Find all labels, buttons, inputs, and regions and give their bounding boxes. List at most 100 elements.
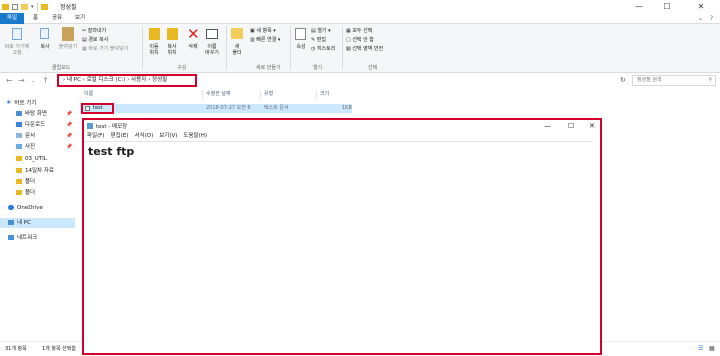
menu-file[interactable]: 파일(F)	[87, 132, 105, 141]
sidebar-item-folder[interactable]: 폴더	[0, 188, 75, 198]
pin-icon[interactable]: 📌	[66, 142, 72, 152]
cut-button[interactable]: ✂ 잘라내기	[82, 28, 106, 34]
sidebar-item-network[interactable]: 네트워크	[0, 233, 75, 243]
pin-quick-line2: 고정	[12, 50, 22, 56]
file-name-cell[interactable]: test	[81, 103, 114, 114]
sidebar-item-this-pc[interactable]: 내 PC	[0, 218, 75, 228]
pin-icon[interactable]: 📌	[66, 120, 72, 130]
sidebar-item-quick-access[interactable]: ★ 바로 가기	[0, 98, 75, 108]
column-header-modified[interactable]: 수정한 날짜	[206, 90, 231, 99]
sidebar-item-03-util[interactable]: 03_UTIL	[0, 154, 75, 164]
easy-access-button[interactable]: ▥ 빠른 연결 ▾	[250, 37, 280, 43]
notepad-minimize-button[interactable]: —	[544, 120, 551, 132]
new-item-button[interactable]: ▣ 새 항목 ▾	[250, 28, 276, 34]
open-button[interactable]: ▤ 열기 ▾	[311, 28, 331, 34]
properties-button[interactable]: 속성	[291, 44, 311, 50]
sidebar-item-label: 네트워크	[17, 235, 38, 241]
new-folder-button[interactable]: 새 폴더	[227, 44, 247, 56]
divider	[202, 90, 203, 99]
notepad-scrollbar[interactable]	[593, 141, 600, 353]
tab-home[interactable]: 홈	[27, 13, 44, 24]
menu-view[interactable]: 보기(V)	[159, 132, 177, 141]
breadcrumb-segment[interactable]: 사용자	[131, 77, 146, 83]
breadcrumb-segment[interactable]: 정성필	[152, 77, 167, 83]
notepad-close-button[interactable]: ✕	[589, 120, 595, 132]
sidebar-item-documents[interactable]: 문서 📌	[0, 131, 75, 141]
divider	[316, 90, 317, 99]
copy-path-button[interactable]: ▤ 경로 복사	[82, 37, 108, 43]
new-item-label: 새 항목	[256, 28, 272, 34]
column-header-name[interactable]: 이름	[84, 90, 93, 99]
column-header-size[interactable]: 크기	[320, 90, 329, 99]
notepad-maximize-button[interactable]: ☐	[568, 120, 574, 132]
maximize-button[interactable]: ☐	[656, 0, 678, 13]
forward-arrow-icon[interactable]: →	[18, 76, 25, 85]
invert-selection-button[interactable]: ▧ 선택 영역 반전	[346, 46, 383, 52]
sidebar-item-label: 폴더	[25, 190, 36, 196]
copy-icon	[40, 28, 49, 39]
pin-icon[interactable]: 📌	[66, 109, 72, 119]
menu-format[interactable]: 서식(O)	[134, 132, 153, 141]
customize-qa-icon[interactable]: ▾	[31, 4, 34, 10]
sidebar-item-folder[interactable]: 폴더	[0, 177, 75, 187]
organize-group-label: 구성	[177, 65, 187, 71]
sidebar-item-pictures[interactable]: 사진 📌	[0, 142, 75, 152]
tab-view[interactable]: 보기	[69, 13, 91, 24]
pin-quick-access-button[interactable]: 바로 가기에 고정	[0, 44, 34, 56]
search-input[interactable]: 정성필 검색 ⚲	[632, 75, 716, 86]
up-arrow-icon[interactable]: ↑	[42, 76, 49, 85]
folder-icon	[16, 156, 22, 161]
back-arrow-icon[interactable]: ←	[6, 76, 13, 85]
address-row: ← → ⌄ ↑ › 내 PC › 로컬 디스크 (C:) › 사용자 › 정성필…	[0, 73, 720, 88]
new-folder-icon[interactable]	[21, 3, 28, 10]
open-group-label: 열기	[313, 65, 323, 71]
minimize-button[interactable]: —	[628, 0, 650, 13]
select-all-button[interactable]: ▦ 모두 선택	[346, 28, 372, 34]
recent-locations-icon[interactable]: ⌄	[31, 78, 35, 84]
divider	[260, 90, 261, 99]
sidebar-item-onedrive[interactable]: OneDrive	[0, 203, 75, 213]
quick-access-toolbar: ▾	[2, 2, 51, 11]
menu-help[interactable]: 도움말(H)	[183, 132, 207, 141]
move-to-icon	[149, 28, 160, 40]
refresh-icon[interactable]: ↻	[620, 76, 626, 84]
details-view-icon[interactable]: ☰	[698, 342, 703, 356]
select-group-label: 선택	[368, 65, 378, 71]
column-header-type[interactable]: 유형	[264, 90, 273, 99]
tab-share[interactable]: 공유	[46, 13, 68, 24]
sidebar-item-desktop[interactable]: 바탕 화면 📌	[0, 109, 75, 119]
folder-blue-icon	[16, 111, 22, 116]
notepad-window: test - 메모장 — ☐ ✕ 파일(F) 편집(E) 서식(O) 보기(V) 도움말…	[82, 118, 602, 355]
breadcrumb-segment[interactable]: 내 PC	[67, 77, 81, 83]
notepad-title-bar[interactable]: test - 메모장 — ☐ ✕	[84, 120, 600, 132]
history-button[interactable]: ◷ 히스토리	[311, 46, 335, 52]
folder-icon	[16, 190, 22, 195]
pin-icon[interactable]: 📌	[66, 131, 72, 141]
close-button[interactable]: ✕	[690, 0, 712, 13]
folder-icon	[40, 3, 48, 10]
move-to-button[interactable]: 이동 위치	[144, 44, 164, 56]
tab-file[interactable]: 파일	[0, 13, 24, 24]
copy-to-button[interactable]: 복사 위치	[162, 44, 182, 56]
table-row[interactable]: test 2018-07-27 오전 8 텍스트 문서 1KB	[80, 103, 352, 114]
file-modified: 2018-07-27 오전 8	[206, 105, 251, 111]
menu-edit[interactable]: 편집(E)	[111, 132, 129, 141]
edit-button[interactable]: ✎ 편집	[311, 37, 326, 43]
sidebar-item-14day[interactable]: 14일차 자료	[0, 166, 75, 176]
notepad-text-area[interactable]: test ftp	[84, 141, 600, 353]
delete-button[interactable]: 삭제	[183, 44, 203, 50]
paste-shortcut-button[interactable]: ▦ 바로 가기 붙여넣기	[82, 46, 128, 52]
rename-button[interactable]: 이름 바꾸기	[202, 44, 222, 56]
help-icon[interactable]: ?	[704, 13, 719, 24]
select-none-button[interactable]: ▢ 선택 안 함	[346, 37, 374, 43]
large-icons-view-icon[interactable]: ▦	[709, 342, 715, 356]
properties-icon[interactable]	[12, 3, 18, 10]
divider	[142, 26, 143, 70]
breadcrumb-segment[interactable]: 로컬 디스크 (C:)	[87, 77, 126, 83]
paste-button[interactable]: 붙여넣기	[55, 44, 81, 50]
address-bar[interactable]: › 내 PC › 로컬 디스크 (C:) › 사용자 › 정성필	[57, 74, 197, 87]
copy-button[interactable]: 복사	[34, 44, 56, 50]
rename-icon	[206, 29, 218, 39]
sidebar-item-downloads[interactable]: 다운로드 📌	[0, 120, 75, 130]
ribbon-tabs: 파일 홈 공유 보기 ⌄ ?	[0, 13, 720, 24]
